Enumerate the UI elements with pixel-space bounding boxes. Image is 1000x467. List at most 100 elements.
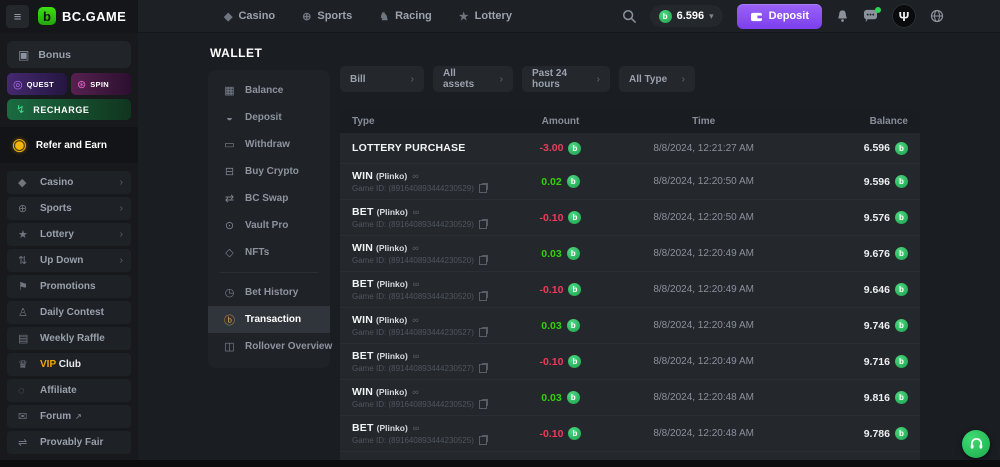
sidebar-item-label: VIP Club xyxy=(40,359,81,370)
lottery-icon: ★ xyxy=(18,228,36,241)
nav-sports[interactable]: ⊕ Sports xyxy=(302,10,352,23)
language-globe-icon[interactable] xyxy=(930,9,944,23)
copy-icon[interactable] xyxy=(479,364,487,373)
sidebar-item-weekly-raffle[interactable]: ▤ Weekly Raffle xyxy=(7,327,131,350)
gift-icon: ▣ xyxy=(18,48,29,62)
swap-icon: ⇄ xyxy=(223,192,236,205)
column-header-time: Time xyxy=(619,116,789,127)
copy-icon[interactable] xyxy=(479,292,487,301)
balance-icon: ▦ xyxy=(223,84,236,97)
table-row[interactable]: WIN (Plinko) ∞ Game ID: (891440893444230… xyxy=(340,307,920,343)
table-row[interactable]: BET (Plinko) ∞ Game ID: (891640893444230… xyxy=(340,199,920,235)
table-row[interactable]: BET (Plinko) ∞ Game ID: (891440893444230… xyxy=(340,271,920,307)
type-cell: BET (Plinko) ∞ Game ID: (891640893444230… xyxy=(352,206,502,229)
transaction-content: Bill › All assets › Past 24 hours › All … xyxy=(340,33,920,467)
casino-icon: ◆ xyxy=(224,10,232,23)
time-cell: 8/8/2024, 12:20:50 AM xyxy=(619,176,789,187)
wallet-menu-rollover-overview[interactable]: ◫ Rollover Overview xyxy=(208,333,330,360)
refer-and-earn-card[interactable]: ◉ Refer and Earn xyxy=(0,127,138,163)
sidebar-item-casino[interactable]: ◆ Casino › xyxy=(7,171,131,194)
wallet-menu-transaction[interactable]: ⓑ Transaction xyxy=(208,306,330,333)
sidebar-item-up-down[interactable]: ⇅ Up Down › xyxy=(7,249,131,272)
support-headset-button[interactable] xyxy=(962,430,990,458)
filter-all-assets[interactable]: All assets › xyxy=(433,66,513,92)
table-row[interactable]: WIN (Plinko) ∞ Game ID: (891640893444230… xyxy=(340,379,920,415)
vip-crown-icon: ♛ xyxy=(18,358,36,371)
link-icon[interactable]: ∞ xyxy=(413,207,419,217)
amount-value: -0.10 xyxy=(540,428,564,440)
horizontal-scrollbar[interactable] xyxy=(0,460,1000,467)
filter-past-24-hours[interactable]: Past 24 hours › xyxy=(522,66,610,92)
bc-logo-icon: b xyxy=(38,7,56,25)
wallet-menu-bet-history[interactable]: ◷ Bet History xyxy=(208,279,330,306)
table-row[interactable]: WIN (Plinko) ∞ Game ID: (891440893444230… xyxy=(340,235,920,271)
copy-icon[interactable] xyxy=(479,400,487,409)
wallet-menu-nfts[interactable]: ◇ NFTs xyxy=(208,239,330,266)
table-row[interactable]: BET (Plinko) ∞ Game ID: (891440893444230… xyxy=(340,343,920,379)
wallet-menu-withdraw[interactable]: ▭ Withdraw xyxy=(208,131,330,158)
link-icon[interactable]: ∞ xyxy=(412,315,418,325)
wallet-menu-bc-swap[interactable]: ⇄ BC Swap xyxy=(208,185,330,212)
wallet-balance-dropdown[interactable]: b 6.596 ▾ xyxy=(650,5,723,27)
copy-icon[interactable] xyxy=(479,436,487,445)
nav-lottery[interactable]: ★ Lottery xyxy=(459,10,512,23)
sports-icon: ⊕ xyxy=(302,10,311,23)
type-cell: BET (Plinko) ∞ Game ID: (891640893444230… xyxy=(352,422,502,445)
link-icon[interactable]: ∞ xyxy=(413,351,419,361)
time-cell: 8/8/2024, 12:20:48 AM xyxy=(619,392,789,403)
user-avatar[interactable]: Ψ xyxy=(892,4,916,28)
quest-label: QUEST xyxy=(27,80,54,89)
sidebar-item-label: Sports xyxy=(40,203,72,214)
wallet-menu-label: Bet History xyxy=(245,287,298,298)
spin-badge[interactable]: ⊛ SPIN xyxy=(71,73,131,95)
sidebar-item-lottery[interactable]: ★ Lottery › xyxy=(7,223,131,246)
sidebar-bonus-card[interactable]: ▣ Bonus xyxy=(7,41,131,68)
copy-icon[interactable] xyxy=(479,328,487,337)
nav-casino[interactable]: ◆ Casino xyxy=(224,10,275,23)
bcd-coin-icon: b xyxy=(895,355,908,368)
bcd-coin-icon: b xyxy=(568,355,581,368)
sidebar-item-vip-club[interactable]: ♛ VIP Club xyxy=(7,353,131,376)
sidebar-item-affiliate[interactable]: ◌ Affiliate xyxy=(7,379,131,402)
filter-bill[interactable]: Bill › xyxy=(340,66,424,92)
copy-icon[interactable] xyxy=(479,220,487,229)
copy-icon[interactable] xyxy=(479,256,487,265)
notifications-bell-icon[interactable] xyxy=(836,9,849,23)
game-name: (Plinko) xyxy=(377,423,408,433)
game-name: (Plinko) xyxy=(376,243,407,253)
amount-value: 0.02 xyxy=(541,176,561,188)
hamburger-menu-button[interactable]: ≡ xyxy=(6,5,29,28)
deposit-button[interactable]: Deposit xyxy=(737,4,822,29)
table-row[interactable]: LOTTERY PURCHASE -3.00b 8/8/2024, 12:21:… xyxy=(340,133,920,163)
balance-cell: 9.746b xyxy=(788,319,908,332)
sidebar-item-forum[interactable]: ✉ Forum↗ xyxy=(7,405,131,428)
quest-badge[interactable]: ◎ QUEST xyxy=(7,73,67,95)
filter-label: All assets xyxy=(443,68,486,90)
sidebar-item-daily-contest[interactable]: ♙ Daily Contest xyxy=(7,301,131,324)
recharge-card[interactable]: ↯ RECHARGE xyxy=(7,99,131,120)
wallet-menu-balance[interactable]: ▦ Balance xyxy=(208,77,330,104)
nav-racing[interactable]: ♞ Racing xyxy=(379,10,432,23)
bc-game-logo[interactable]: b BC.GAME xyxy=(38,7,126,25)
filter-all-type[interactable]: All Type › xyxy=(619,66,695,92)
wallet-menu-vault-pro[interactable]: ⊙ Vault Pro xyxy=(208,212,330,239)
chat-icon[interactable] xyxy=(863,9,878,23)
table-row[interactable]: BET (Plinko) ∞ Game ID: (891640893444230… xyxy=(340,415,920,451)
wallet-menu-buy-crypto[interactable]: ⊟ Buy Crypto xyxy=(208,158,330,185)
link-icon[interactable]: ∞ xyxy=(413,279,419,289)
transaction-type: WIN xyxy=(352,170,373,182)
link-icon[interactable]: ∞ xyxy=(412,243,418,253)
link-icon[interactable]: ∞ xyxy=(412,171,418,181)
link-icon[interactable]: ∞ xyxy=(412,387,418,397)
transaction-icon: ⓑ xyxy=(223,312,236,328)
link-icon[interactable]: ∞ xyxy=(413,423,419,433)
search-icon[interactable] xyxy=(622,9,636,23)
copy-icon[interactable] xyxy=(479,184,487,193)
wallet-menu-deposit[interactable]: ◒ Deposit xyxy=(208,104,330,131)
bcd-coin-icon: b xyxy=(895,283,908,296)
sidebar-item-promotions[interactable]: ⚑ Promotions xyxy=(7,275,131,298)
sidebar-item-sports[interactable]: ⊕ Sports › xyxy=(7,197,131,220)
sidebar-item-provably-fair[interactable]: ⇌ Provably Fair xyxy=(7,431,131,454)
table-row[interactable]: WIN (Plinko) ∞ Game ID: (891640893444230… xyxy=(340,163,920,199)
amount-value: 0.03 xyxy=(541,248,561,260)
